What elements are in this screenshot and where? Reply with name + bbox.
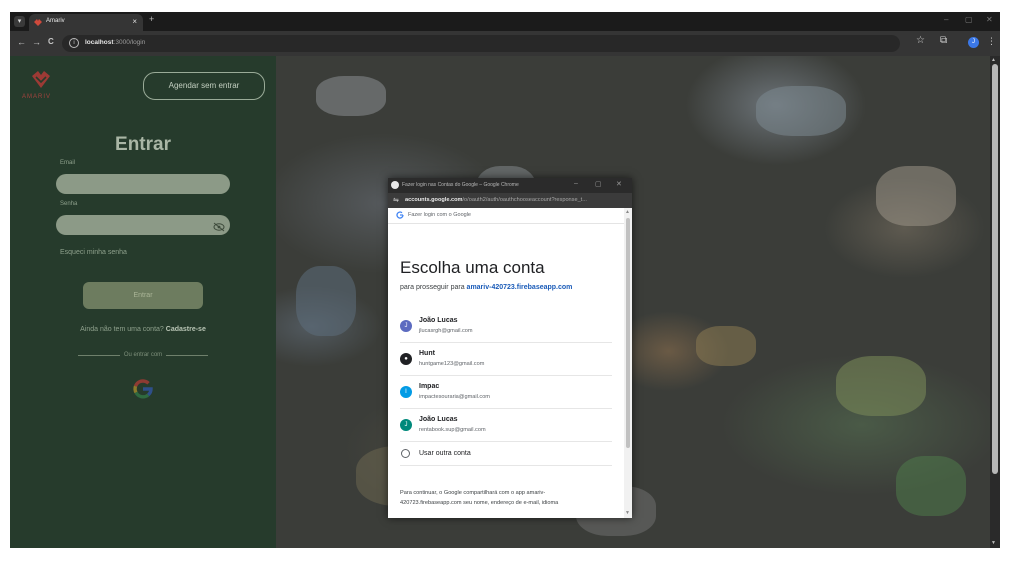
back-button[interactable]: ←	[17, 37, 26, 47]
continue-text: para prosseguir para amariv-420723.fireb…	[400, 284, 573, 291]
popup-favicon-icon	[391, 181, 399, 189]
photo-detail	[316, 76, 386, 116]
account-option[interactable]: ● Hunt huntgame123@gmail.com	[400, 343, 612, 376]
account-avatar: ●	[400, 353, 412, 365]
use-another-account-button[interactable]: Usar outra conta	[400, 442, 612, 466]
amariv-favicon-icon	[34, 19, 42, 26]
popup-scroll-up-icon[interactable]: ▲	[625, 209, 630, 215]
photo-detail	[296, 266, 356, 336]
account-name: João Lucas	[419, 416, 458, 423]
page-scrollbar[interactable]: ▲ ▼	[990, 56, 1000, 548]
tab-amariv[interactable]: Amariv ×	[29, 14, 143, 31]
popup-scrollbar[interactable]: ▲ ▼	[624, 208, 632, 518]
account-avatar: J	[400, 320, 412, 332]
tab-title: Amariv	[46, 18, 65, 24]
browser-toolbar: ← → C i localhost:3000/login ☆ ⧉ J ⋮	[10, 31, 1000, 56]
app-domain-link[interactable]: amariv-420723.firebaseapp.com	[467, 284, 573, 291]
account-option[interactable]: J João Lucas rentabook.sup@gmail.com	[400, 409, 612, 442]
divider-text: Ou entrar com	[123, 352, 163, 358]
popup-header: Fazer login com o Google	[388, 208, 624, 224]
scroll-down-icon[interactable]: ▼	[991, 540, 996, 546]
browser-menu-icon[interactable]: ⋮	[987, 36, 996, 47]
google-g-icon	[396, 211, 404, 219]
eye-off-icon[interactable]	[213, 222, 225, 232]
maximize-button[interactable]: ▢	[965, 15, 973, 24]
account-email: rentabook.sup@gmail.com	[419, 427, 486, 433]
account-option[interactable]: I Impac impactesouraria@gmail.com	[400, 376, 612, 409]
account-option[interactable]: J João Lucas jlucasrgh@gmail.com	[400, 310, 612, 343]
popup-address-bar: ⇋ accounts.google.com/o/oauth2/auth/oaut…	[388, 193, 632, 208]
account-name: João Lucas	[419, 317, 458, 324]
photo-detail	[756, 86, 846, 136]
popup-close-button[interactable]: ✕	[616, 180, 622, 188]
email-label: Email	[60, 160, 76, 166]
account-email: jlucasrgh@gmail.com	[419, 328, 473, 334]
divider-line-right	[166, 355, 208, 356]
address-bar[interactable]: i localhost:3000/login	[62, 35, 900, 52]
schedule-without-login-button[interactable]: Agendar sem entrar	[143, 72, 265, 100]
signup-link[interactable]: Cadastre-se	[166, 326, 206, 333]
bookmark-star-icon[interactable]: ☆	[916, 35, 925, 46]
new-tab-button[interactable]: +	[149, 14, 154, 24]
account-name: Impac	[419, 383, 440, 390]
popup-minimize-button[interactable]: –	[574, 180, 578, 187]
popup-maximize-button[interactable]: ▢	[595, 180, 602, 188]
popup-header-text: Fazer login com o Google	[408, 212, 471, 218]
recycling-background-image	[276, 56, 990, 548]
google-signin-popup: Fazer login nas Contas do Google – Googl…	[388, 178, 632, 518]
url-text: localhost:3000/login	[85, 39, 146, 46]
amariv-logo: AMARIV	[22, 70, 60, 102]
login-title: Entrar	[115, 134, 171, 155]
extensions-icon[interactable]: ⧉	[940, 35, 947, 46]
login-submit-button[interactable]: Entrar	[83, 282, 203, 309]
logo-text: AMARIV	[22, 94, 52, 100]
photo-detail	[896, 456, 966, 516]
forward-button[interactable]: →	[32, 37, 41, 47]
account-avatar: I	[400, 386, 412, 398]
use-another-account-label: Usar outra conta	[419, 450, 471, 457]
tab-search-icon[interactable]: ▾	[14, 16, 25, 27]
minimize-button[interactable]: –	[944, 15, 948, 24]
popup-titlebar: Fazer login nas Contas do Google – Googl…	[388, 178, 632, 193]
tab-close-icon[interactable]: ×	[132, 17, 137, 26]
email-field[interactable]	[56, 174, 230, 194]
reload-button[interactable]: C	[48, 37, 54, 46]
site-settings-icon[interactable]: ⇋	[393, 196, 399, 204]
popup-scroll-down-icon[interactable]: ▼	[625, 510, 630, 516]
user-circle-icon	[401, 449, 410, 458]
password-label: Senha	[60, 201, 78, 207]
account-email: impactesouraria@gmail.com	[419, 394, 490, 400]
amariv-logo-icon	[32, 71, 50, 88]
consent-text: Para continuar, o Google compartilhará c…	[400, 490, 559, 506]
popup-scroll-thumb[interactable]	[626, 218, 630, 448]
popup-url-text: accounts.google.com/o/oauth2/auth/oauthc…	[405, 197, 587, 203]
signup-prompt: Ainda não tem uma conta? Cadastre-se	[80, 326, 206, 333]
popup-window-title: Fazer login nas Contas do Google – Googl…	[402, 182, 519, 188]
account-email: huntgame123@gmail.com	[419, 361, 485, 367]
page-content: AMARIV Agendar sem entrar Entrar Email S…	[10, 56, 1000, 548]
password-field[interactable]	[56, 215, 230, 235]
photo-detail	[696, 326, 756, 366]
account-avatar: J	[400, 419, 412, 431]
profile-avatar-icon[interactable]: J	[968, 37, 979, 48]
choose-account-title: Escolha uma conta	[400, 258, 545, 277]
site-info-icon[interactable]: i	[69, 38, 79, 48]
account-name: Hunt	[419, 350, 435, 357]
page-scroll-thumb[interactable]	[992, 64, 998, 474]
tab-strip: ▾ Amariv × + – ▢ ✕	[10, 12, 1000, 31]
photo-detail	[836, 356, 926, 416]
google-login-icon[interactable]	[131, 377, 155, 401]
close-window-button[interactable]: ✕	[986, 15, 993, 24]
scroll-up-icon[interactable]: ▲	[991, 57, 996, 63]
browser-window: ▾ Amariv × + – ▢ ✕ ← → C i localhost:300…	[10, 12, 1000, 548]
photo-detail	[876, 166, 956, 226]
forgot-password-link[interactable]: Esqueci minha senha	[60, 249, 127, 256]
login-panel: AMARIV Agendar sem entrar Entrar Email S…	[10, 56, 276, 548]
